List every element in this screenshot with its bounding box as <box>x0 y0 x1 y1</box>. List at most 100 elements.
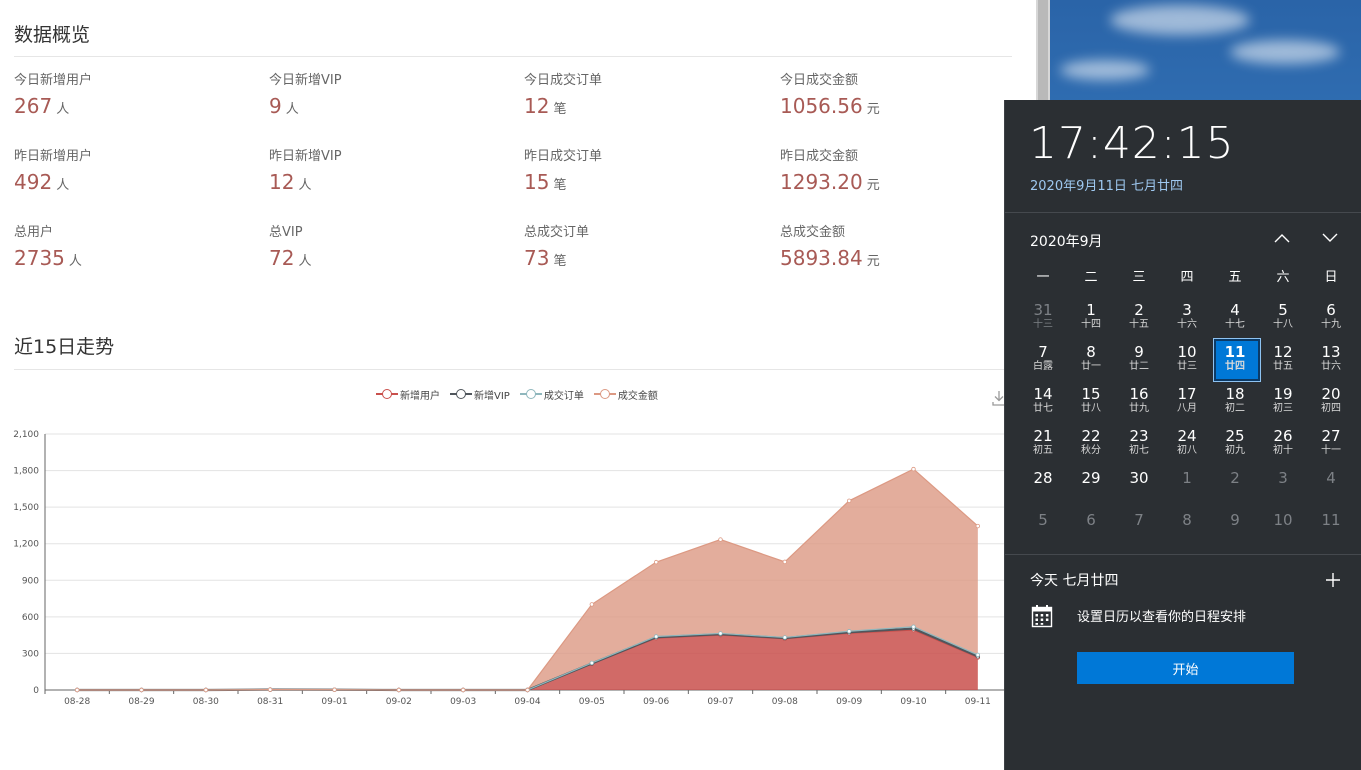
stat-value-row: 12 人 <box>269 170 509 194</box>
lunar-date: 十四 <box>1081 319 1101 330</box>
day-number: 6 <box>1326 301 1336 319</box>
day-number: 10 <box>1273 511 1293 529</box>
y-tick-label: 2,100 <box>13 430 39 440</box>
calendar-day[interactable]: 29 <box>1067 464 1115 506</box>
calendar-day[interactable]: 5 十八 <box>1259 296 1307 338</box>
stat-value-row: 5893.84 元 <box>780 246 1020 270</box>
x-tick-label: 09-04 <box>514 697 540 707</box>
calendar-day[interactable]: 27 十一 <box>1307 422 1355 464</box>
lunar-date: 初五 <box>1033 445 1053 456</box>
y-tick-label: 300 <box>22 649 39 659</box>
lunar-date: 十六 <box>1177 319 1197 330</box>
month-title[interactable]: 2020年9月 <box>1030 231 1103 251</box>
stat-unit: 人 <box>298 178 312 193</box>
calendar-day[interactable]: 24 初八 <box>1163 422 1211 464</box>
calendar-day[interactable]: 3 十六 <box>1163 296 1211 338</box>
weekday-label: 三 <box>1132 270 1146 285</box>
x-tick-label: 09-07 <box>707 697 733 707</box>
data-point <box>525 687 530 693</box>
stat-value-row: 1293.20 元 <box>780 170 1020 194</box>
overview-divider <box>14 56 1012 57</box>
calendar-day[interactable]: 28 <box>1019 464 1067 506</box>
calendar-day[interactable]: 23 初七 <box>1115 422 1163 464</box>
calendar-day[interactable]: 16 廿九 <box>1115 380 1163 422</box>
calendar-day[interactable]: 31 十三 <box>1019 296 1067 338</box>
x-tick-label: 08-31 <box>257 697 283 707</box>
calendar-day[interactable]: 30 <box>1115 464 1163 506</box>
calendar-day[interactable]: 25 初九 <box>1211 422 1259 464</box>
data-point <box>911 466 916 472</box>
calendar-day[interactable]: 3 <box>1259 464 1307 506</box>
stat-card: 总VIP 72 人 <box>269 224 509 270</box>
day-number: 27 <box>1321 427 1341 445</box>
calendar-day[interactable]: 10 廿三 <box>1163 338 1211 380</box>
stat-unit: 笔 <box>553 254 567 269</box>
calendar-day[interactable]: 10 <box>1259 506 1307 548</box>
data-point <box>589 602 595 607</box>
calendar-day[interactable]: 26 初十 <box>1259 422 1307 464</box>
start-button[interactable]: 开始 <box>1077 652 1294 684</box>
weekday-label: 五 <box>1228 270 1242 285</box>
lunar-date: 十八 <box>1273 319 1293 330</box>
day-number: 6 <box>1086 511 1096 529</box>
prev-month-button[interactable] <box>1270 228 1294 250</box>
calendar-day[interactable]: 4 十七 <box>1211 296 1259 338</box>
calendar-day[interactable]: 9 廿二 <box>1115 338 1163 380</box>
day-number: 3 <box>1278 469 1288 487</box>
calendar-day[interactable]: 7 白露 <box>1019 338 1067 380</box>
y-tick-label: 600 <box>22 613 39 623</box>
stat-unit: 笔 <box>553 178 567 193</box>
stat-label: 昨日成交金额 <box>780 149 859 164</box>
next-month-button[interactable] <box>1318 228 1342 250</box>
calendar-day[interactable]: 7 <box>1115 506 1163 548</box>
calendar-day[interactable]: 19 初三 <box>1259 380 1307 422</box>
day-number: 20 <box>1321 385 1341 403</box>
calendar-day[interactable]: 6 <box>1067 506 1115 548</box>
day-number: 11 <box>1224 343 1246 361</box>
day-number: 2 <box>1230 469 1240 487</box>
lunar-date: 初四 <box>1321 403 1341 414</box>
calendar-day[interactable]: 8 廿一 <box>1067 338 1115 380</box>
calendar-day[interactable]: 1 <box>1163 464 1211 506</box>
x-tick-label: 09-09 <box>836 697 862 707</box>
day-number: 11 <box>1321 511 1341 529</box>
calendar-day[interactable]: 15 廿八 <box>1067 380 1115 422</box>
day-number: 10 <box>1177 343 1197 361</box>
stat-value: 1293.20 <box>780 170 863 194</box>
scrollbar-thumb[interactable] <box>1038 0 1048 100</box>
lunar-date: 廿九 <box>1129 403 1149 414</box>
x-tick-label: 08-29 <box>128 697 154 707</box>
calendar-day[interactable]: 1 十四 <box>1067 296 1115 338</box>
calendar-day[interactable]: 6 十九 <box>1307 296 1355 338</box>
y-tick-label: 1,800 <box>13 467 39 477</box>
calendar-day[interactable]: 14 廿七 <box>1019 380 1067 422</box>
add-event-button[interactable] <box>1323 570 1343 590</box>
data-point <box>589 660 595 666</box>
calendar-day[interactable]: 21 初五 <box>1019 422 1067 464</box>
data-point <box>653 634 659 639</box>
calendar-day[interactable]: 20 初四 <box>1307 380 1355 422</box>
day-number: 8 <box>1182 511 1192 529</box>
calendar-day[interactable]: 8 <box>1163 506 1211 548</box>
calendar-day-today[interactable]: 11 廿四 <box>1211 338 1261 382</box>
day-number: 21 <box>1033 427 1053 445</box>
calendar-day[interactable]: 18 初二 <box>1211 380 1259 422</box>
calendar-day[interactable]: 13 廿六 <box>1307 338 1355 380</box>
calendar-day[interactable]: 11 <box>1307 506 1355 548</box>
today-label: 今天 七月廿四 <box>1030 573 1119 589</box>
calendar-day[interactable]: 4 <box>1307 464 1355 506</box>
weekday-label: 六 <box>1276 270 1290 285</box>
calendar-day[interactable]: 2 <box>1211 464 1259 506</box>
calendar-day[interactable]: 9 <box>1211 506 1259 548</box>
clock-date[interactable]: 2020年9月11日 七月廿四 <box>1030 175 1183 194</box>
calendar-day[interactable]: 5 <box>1019 506 1067 548</box>
day-number: 9 <box>1134 343 1144 361</box>
calendar-day[interactable]: 2 十五 <box>1115 296 1163 338</box>
lunar-date: 初十 <box>1273 445 1293 456</box>
calendar-day[interactable]: 12 廿五 <box>1259 338 1307 380</box>
data-point <box>975 652 981 658</box>
calendar-day[interactable]: 17 八月 <box>1163 380 1211 422</box>
agenda-text: 设置日历以查看你的日程安排 <box>1077 610 1247 625</box>
calendar-day[interactable]: 22 秋分 <box>1067 422 1115 464</box>
trend-chart-svg: 0 300 600 900 1,200 1,500 1,800 2,100 08-28 08-29… <box>13 430 1011 707</box>
